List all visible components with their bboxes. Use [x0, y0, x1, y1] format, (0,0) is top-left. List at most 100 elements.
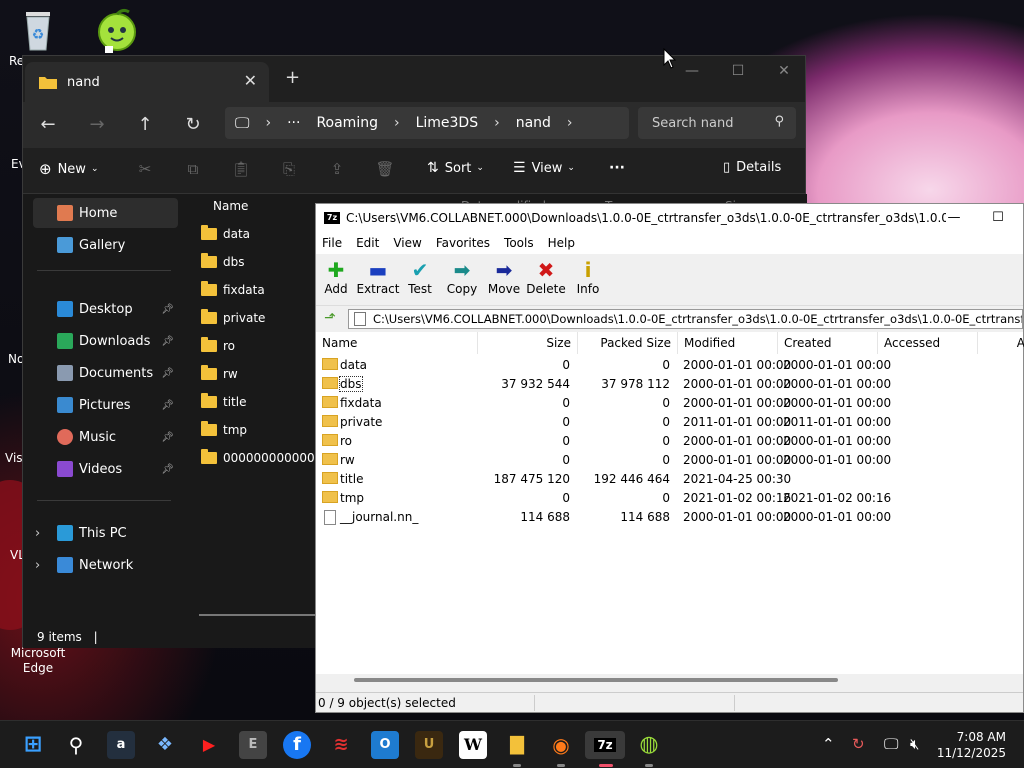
- facebook-icon[interactable]: f: [283, 731, 311, 759]
- breadcrumb-nand[interactable]: nand: [516, 115, 551, 131]
- list-item[interactable]: dbs: [201, 250, 245, 274]
- more-options-button[interactable]: ···: [609, 160, 625, 176]
- column-header-name[interactable]: Name: [316, 332, 478, 354]
- new-button[interactable]: ⊕ New ⌄: [39, 160, 98, 178]
- table-row[interactable]: rw 0 0 2000-01-01 00:00 2000-01-01 00:00: [316, 451, 1023, 470]
- sidebar-item-gallery[interactable]: Gallery: [33, 230, 178, 260]
- menu-tools[interactable]: Tools: [504, 236, 534, 250]
- scrollbar-thumb[interactable]: [354, 678, 838, 682]
- maximize-icon[interactable]: ☐: [715, 56, 761, 86]
- app-icon[interactable]: ≋: [327, 731, 355, 759]
- paste-icon[interactable]: 📋︎: [230, 160, 252, 180]
- list-item[interactable]: tmp: [201, 418, 247, 442]
- sidebar-item-network[interactable]: › Network: [33, 550, 178, 580]
- add-button[interactable]: ✚ Add: [314, 258, 358, 296]
- column-header-size[interactable]: Size: [478, 332, 578, 354]
- maximize-icon[interactable]: ☐: [976, 204, 1020, 232]
- breadcrumb-roaming[interactable]: Roaming: [316, 115, 378, 131]
- table-row[interactable]: data 0 0 2000-01-01 00:00 2000-01-01 00:00: [316, 356, 1023, 375]
- delete-button[interactable]: ✖ Delete: [524, 258, 568, 296]
- horizontal-scrollbar[interactable]: [316, 674, 1023, 688]
- copilot-icon[interactable]: ❖: [151, 731, 179, 759]
- up-icon[interactable]: ↑: [132, 112, 158, 138]
- delete-icon[interactable]: 🗑︎: [374, 160, 396, 180]
- copy-button[interactable]: ➡ Copy: [440, 258, 484, 296]
- table-row[interactable]: dbs 37 932 544 37 978 112 2000-01-01 00:00 2…: [316, 375, 1023, 394]
- table-row[interactable]: private 0 0 2011-01-01 00:00 2011-01-01 00:0…: [316, 413, 1023, 432]
- menu-file[interactable]: File: [322, 236, 342, 250]
- path-input[interactable]: C:\Users\VM6.COLLABNET.000\Downloads\1.0…: [348, 309, 1023, 329]
- sidebar-item-videos[interactable]: Videos 📌︎: [33, 454, 178, 484]
- sidebar-item-music[interactable]: Music 📌︎: [33, 422, 178, 452]
- list-item[interactable]: rw: [201, 362, 238, 386]
- file-explorer-icon[interactable]: ▇: [503, 731, 531, 767]
- volume-muted-icon[interactable]: 🔇︎: [910, 735, 919, 753]
- start-button[interactable]: ⊞: [19, 731, 47, 759]
- close-tab-icon[interactable]: ✕: [244, 71, 257, 90]
- list-item[interactable]: title: [201, 390, 246, 414]
- close-window-icon[interactable]: ✕: [761, 56, 807, 86]
- forward-icon[interactable]: →: [84, 112, 110, 138]
- menu-view[interactable]: View: [393, 236, 421, 250]
- menu-help[interactable]: Help: [548, 236, 575, 250]
- new-tab-icon[interactable]: +: [285, 67, 300, 88]
- menu-favorites[interactable]: Favorites: [436, 236, 490, 250]
- explorer-tab[interactable]: nand ✕: [25, 62, 269, 102]
- menu-edit[interactable]: Edit: [356, 236, 379, 250]
- column-header-attributes[interactable]: A: [978, 332, 1024, 354]
- table-row[interactable]: ro 0 0 2000-01-01 00:00 2000-01-01 00:00: [316, 432, 1023, 451]
- lime3ds-icon[interactable]: ◍: [635, 731, 663, 767]
- wikipedia-icon[interactable]: W: [459, 731, 487, 759]
- sync-icon[interactable]: ↻: [852, 735, 865, 753]
- epic-icon[interactable]: E: [239, 731, 267, 759]
- copy-icon[interactable]: ⧉: [182, 160, 204, 180]
- rename-icon[interactable]: ⎘: [278, 160, 300, 180]
- ups-icon[interactable]: U: [415, 731, 443, 759]
- extract-button[interactable]: ▬ Extract: [356, 258, 400, 296]
- table-row[interactable]: tmp 0 0 2021-01-02 00:16 2021-01-02 00:16: [316, 489, 1023, 508]
- details-button[interactable]: ▯ Details: [723, 160, 781, 175]
- system-clock[interactable]: 7:08 AM 11/12/2025: [934, 729, 1006, 761]
- table-row[interactable]: title 187 475 120 192 446 464 2021-04-25 00…: [316, 470, 1023, 489]
- breadcrumb-overflow[interactable]: ···: [287, 115, 300, 131]
- address-bar[interactable]: 🖵 › ··· Roaming › Lime3DS › nand ›: [225, 107, 629, 139]
- horizontal-scrollbar[interactable]: [199, 614, 319, 616]
- column-header-packed-size[interactable]: Packed Size: [578, 332, 678, 354]
- column-header-created[interactable]: Created: [778, 332, 878, 354]
- column-header-name[interactable]: Name: [213, 199, 248, 213]
- view-button[interactable]: ☰ View ⌄: [513, 160, 575, 176]
- sevenzip-icon[interactable]: 7z: [585, 731, 625, 767]
- sort-button[interactable]: ⇅ Sort ⌄: [427, 160, 484, 176]
- sidebar-item-home[interactable]: Home: [33, 198, 178, 228]
- firefox-icon[interactable]: ◉: [547, 731, 575, 767]
- sidebar-item-this-pc[interactable]: › This PC: [33, 518, 178, 548]
- info-button[interactable]: i Info: [566, 258, 610, 296]
- cut-icon[interactable]: ✂: [134, 160, 156, 180]
- table-row[interactable]: fixdata 0 0 2000-01-01 00:00 2000-01-01 00:0…: [316, 394, 1023, 413]
- amazon-icon[interactable]: a: [107, 731, 135, 759]
- chevron-up-icon[interactable]: ⌃: [822, 735, 835, 753]
- list-item[interactable]: fixdata: [201, 278, 265, 302]
- sidebar-item-documents[interactable]: Documents 📌︎: [33, 358, 178, 388]
- list-item[interactable]: private: [201, 306, 265, 330]
- display-icon[interactable]: 🖵︎: [884, 735, 898, 753]
- move-button[interactable]: ➡ Move: [482, 258, 526, 296]
- column-header-accessed[interactable]: Accessed: [878, 332, 978, 354]
- breadcrumb-lime3ds[interactable]: Lime3DS: [416, 115, 479, 131]
- youtube-icon[interactable]: ▶: [195, 731, 223, 759]
- up-folder-icon[interactable]: ⬏: [320, 310, 340, 328]
- table-row[interactable]: __journal.nn_ 114 688 114 688 2000-01-01 00…: [316, 508, 1023, 527]
- minimize-icon[interactable]: —: [932, 204, 976, 232]
- back-icon[interactable]: ←: [35, 112, 61, 138]
- column-header-modified[interactable]: Modified: [678, 332, 778, 354]
- refresh-icon[interactable]: ↻: [180, 112, 206, 138]
- outlook-icon[interactable]: O: [371, 731, 399, 759]
- sidebar-item-desktop[interactable]: Desktop 📌︎: [33, 294, 178, 324]
- search-input[interactable]: Search nand ⚲: [638, 107, 796, 139]
- desktop-icon-lime3ds[interactable]: [80, 6, 150, 53]
- sidebar-item-downloads[interactable]: Downloads 📌︎: [33, 326, 178, 356]
- sidebar-item-pictures[interactable]: Pictures 📌︎: [33, 390, 178, 420]
- share-icon[interactable]: ⇪: [326, 160, 348, 180]
- list-item[interactable]: ro: [201, 334, 235, 358]
- search-icon[interactable]: ⚲: [62, 731, 90, 759]
